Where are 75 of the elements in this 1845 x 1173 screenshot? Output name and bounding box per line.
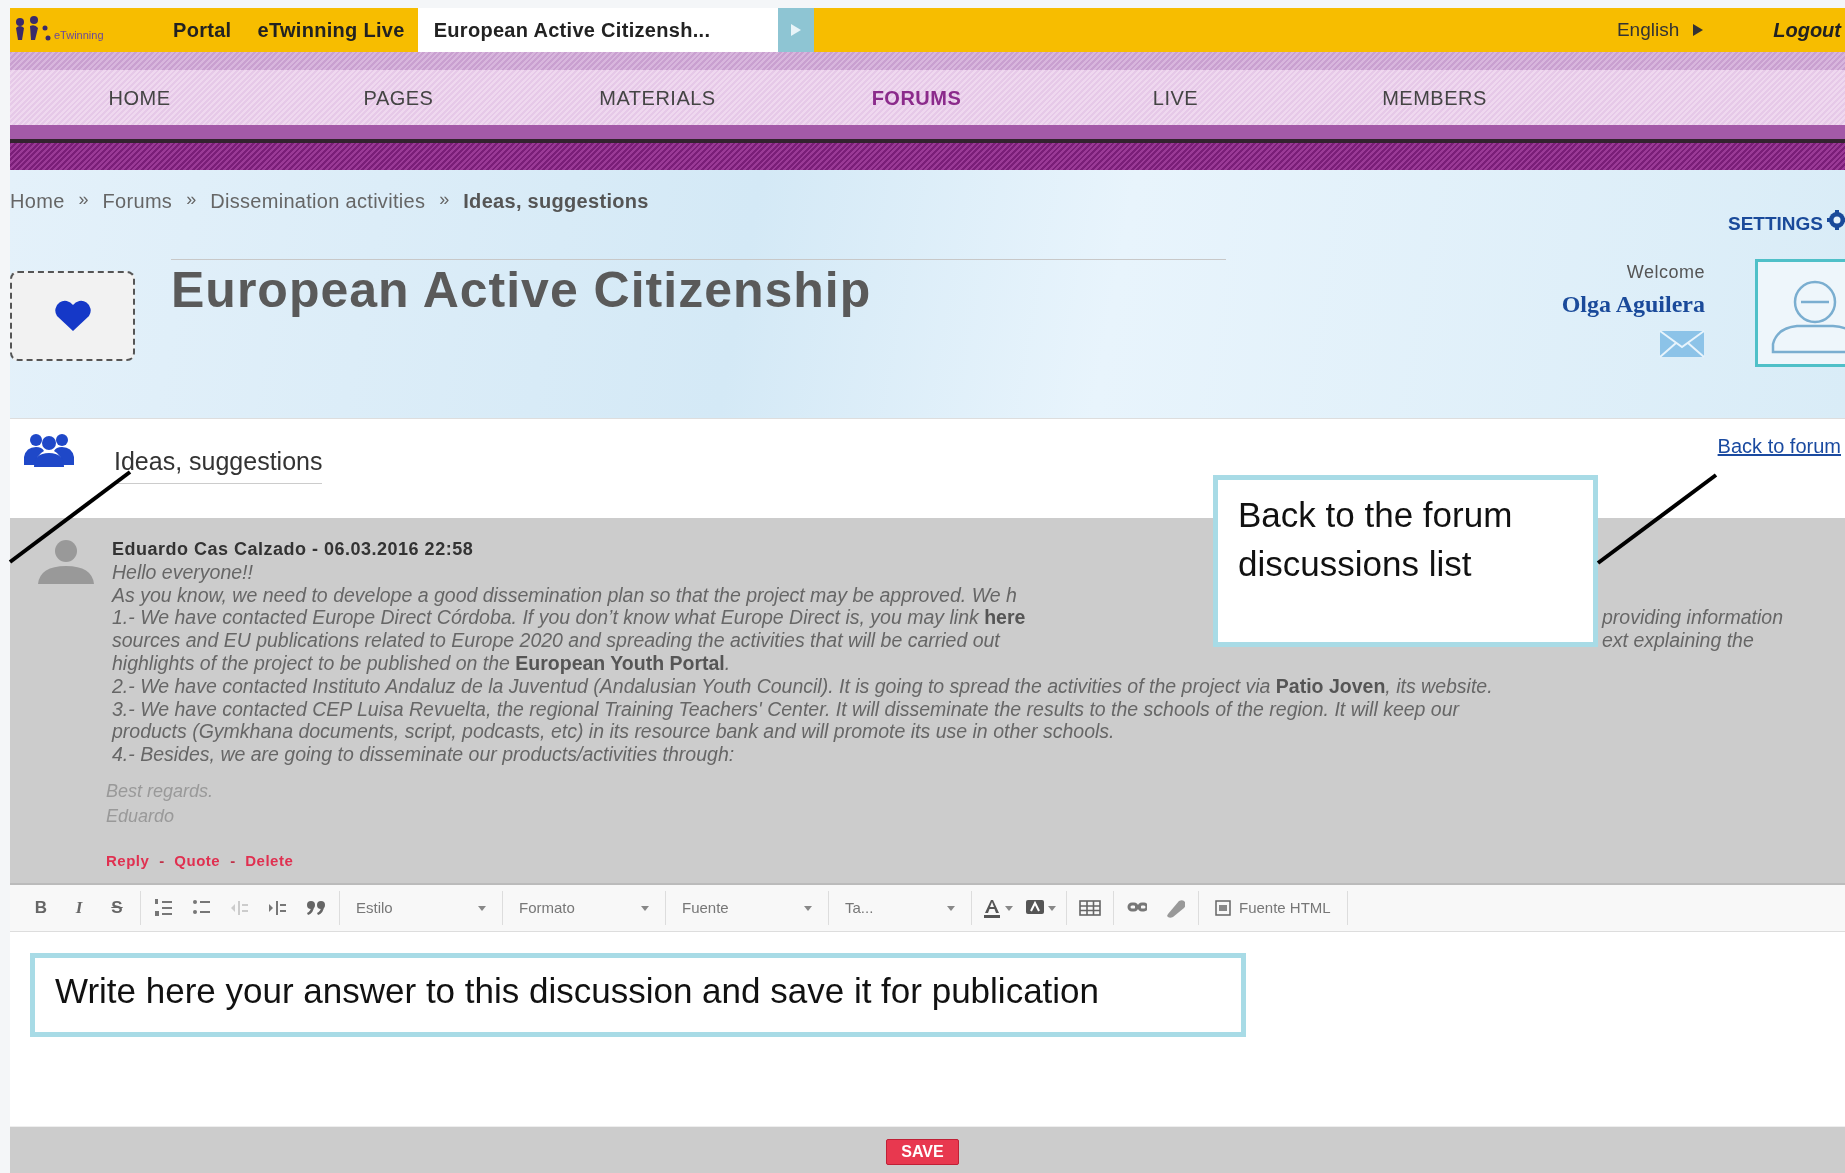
user-silhouette-icon [38,538,94,584]
back-to-forum-link[interactable]: Back to forum [1717,431,1841,461]
caret-icon [1005,905,1013,911]
welcome-text: Welcome [1626,260,1705,284]
play-icon [789,23,802,37]
bold-button[interactable]: B [24,893,58,923]
breadcrumb-link[interactable]: Home [10,186,65,216]
dropdown-label: Ta... [845,897,874,918]
toolbar-dropdown[interactable]: Ta... [835,893,965,923]
html-source-button[interactable]: Fuente HTML [1205,893,1341,923]
toolbar-dropdown[interactable]: Formato [509,893,659,923]
textcolor-icon [982,898,1002,918]
post-text-line: sources and EU publications related to Europe 2020 and spreading the activities that will be carried out [112,629,1000,652]
forum-title: Ideas, suggestions [114,443,323,484]
strike-button[interactable]: S [100,893,134,923]
top-tab[interactable]: eTwinning Live [244,8,418,52]
nav-tab[interactable]: MATERIALS [528,82,787,113]
breadcrumb-link[interactable]: Ideas, suggestions [463,186,649,216]
numbered-icon [154,898,174,918]
quote-icon [306,898,326,918]
callout-box: Back to the forum discussions list [1213,475,1598,647]
post-text-line: highlights of the project to be published on the European Youth Portal. [112,652,731,675]
dropdown-label: Estilo [356,897,393,918]
post-text-line: products (Gymkhana documents, script, podcasts, etc) in its resource bank and will promote its use in other schools. [112,720,1115,744]
avatar-frame[interactable] [1755,258,1845,367]
people-group-icon [24,431,74,467]
action-separator: - [230,850,236,871]
indent-icon [268,898,288,918]
breadcrumb-separator: » [186,188,197,211]
post-text-line: providing information [1602,606,1783,630]
outdent-icon [230,898,250,918]
nav-tab[interactable]: HOME [10,82,269,113]
save-button[interactable]: SAVE [886,1138,959,1166]
post-author-line: Eduardo Cas Calzado - 06.03.2016 22:58 [112,538,475,561]
toolbar-dropdown[interactable]: Estilo [346,893,496,923]
nav-tab[interactable]: MEMBERS [1305,82,1564,113]
post-text-line: 3.- We have contacted CEP Luisa Revuelta, the regional Training Teachers' Center. It will disseminate the results to the schools of the region. It will keep our [112,697,1460,721]
italic-button[interactable]: I [62,893,96,923]
nav-tab[interactable]: LIVE [1046,82,1305,113]
post-text-line: ext explaining the [1602,629,1754,652]
callout-box: Write here your answer to this discussion and save it for publication [30,953,1246,1037]
post-text-line: As you know, we need to develope a good dissemination plan so that the project may be approved. We h [112,583,1017,607]
caret-icon [1048,905,1056,911]
nav-tab[interactable]: PAGES [269,82,528,113]
caret-icon [947,905,955,911]
breadcrumb-separator: » [78,188,89,211]
post-text-line: 2.- We have contacted Instituto Andaluz de la Juventud (Andalusian Youth Council). It is going to spread the activities of the project via Patio Joven, its website. [112,674,1493,698]
play-icon [1693,24,1704,36]
logout-link[interactable]: Logout [1773,15,1845,45]
dropdown-label: Formato [519,897,575,918]
top-tab[interactable]: European Active Citizensh... [417,8,778,52]
post-text-line: Hello everyone!! [112,560,253,584]
source-label: Fuente HTML [1239,897,1331,918]
post-text-line: 4.- Besides, we are going to disseminate our products/activities through: [112,743,735,766]
settings-link[interactable]: SETTINGS [1728,210,1845,239]
dropdown-label: Fuente [682,897,729,918]
top-tab[interactable]: Portal [160,8,245,52]
breadcrumb-link[interactable]: Dissemination activities [210,186,426,216]
logo-text: eTwinning [54,27,104,43]
post-text-line: 1.- We have contacted Europe Direct Córdoba. If you don’t know what Europe Direct is, you may link here [112,606,1026,630]
user-name-link[interactable]: Olga Aguilera [1561,285,1705,322]
breadcrumb-separator: » [439,188,450,211]
settings-label: SETTINGS [1728,212,1823,236]
heart-icon [52,299,93,332]
table-icon [1079,898,1101,918]
caret-icon [641,905,649,911]
project-title: European Active Citizenship [171,260,873,320]
nav-tab[interactable]: FORUMS [787,82,1046,113]
caret-icon [478,905,486,911]
action-separator: - [159,850,165,871]
breadcrumb-link[interactable]: Forums [102,186,173,216]
toolbar-dropdown[interactable]: Fuente [672,893,822,923]
caret-icon [804,905,812,911]
language-selector[interactable]: English [1616,15,1680,45]
document-icon [1215,900,1231,916]
